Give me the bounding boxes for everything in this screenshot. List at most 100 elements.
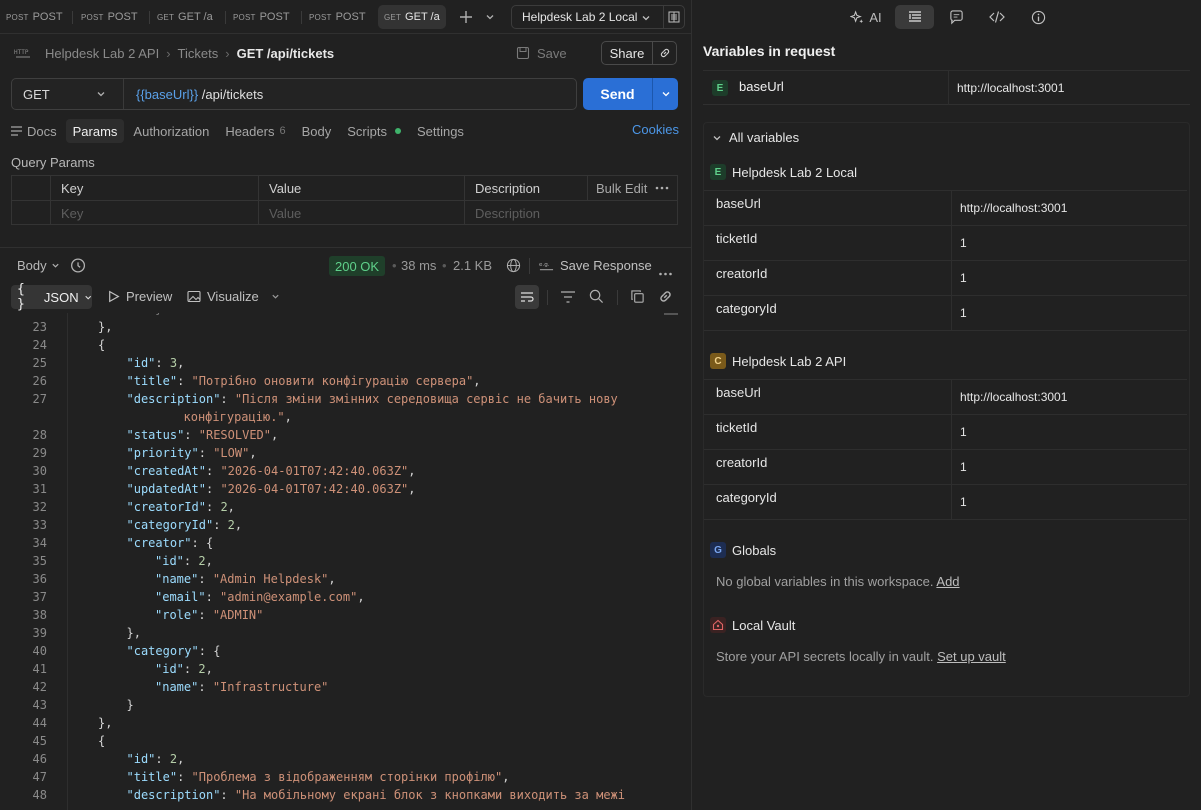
variable-value[interactable]: http://localhost:3001	[960, 384, 1067, 419]
tab-docs[interactable]: Docs	[11, 119, 57, 143]
wrap-lines-icon[interactable]	[515, 285, 539, 309]
vault-section-title[interactable]: Local Vault	[710, 617, 795, 633]
variable-row[interactable]: categoryId 1	[704, 296, 1187, 331]
share-button[interactable]: Share	[601, 41, 677, 65]
more-options-icon[interactable]	[658, 264, 673, 279]
history-icon[interactable]	[69, 257, 86, 274]
line-number: 32	[32, 500, 47, 514]
variable-value[interactable]: 1	[960, 419, 967, 454]
visualize-button[interactable]: Visualize	[187, 289, 280, 304]
send-options-chevron-down-icon[interactable]	[652, 78, 678, 110]
tab-list-chevron-down-icon[interactable]	[481, 6, 499, 28]
breadcrumb-collection[interactable]: Helpdesk Lab 2 API	[45, 46, 159, 61]
scrollbar[interactable]	[664, 313, 678, 315]
variable-row[interactable]: creatorId 1	[704, 261, 1187, 296]
variable-row[interactable]: baseUrl http://localhost:3001	[704, 380, 1187, 415]
param-key-input[interactable]: Key	[53, 201, 258, 225]
param-description-input[interactable]: Description	[467, 201, 672, 225]
variable-row[interactable]: categoryId 1	[704, 485, 1187, 520]
environment-quick-look-icon[interactable]	[668, 11, 680, 23]
url-variable: {{baseUrl}}	[136, 86, 199, 102]
format-select[interactable]: { } JSON	[11, 282, 92, 312]
collection-badge: C	[710, 353, 726, 369]
send-button[interactable]: Send	[583, 78, 678, 110]
code-icon[interactable]	[986, 5, 1008, 29]
add-global-link[interactable]: Add	[936, 574, 959, 589]
more-options-icon[interactable]	[655, 176, 669, 200]
save-button[interactable]: Save	[516, 42, 567, 64]
ai-button[interactable]: AI	[846, 5, 886, 29]
line-number: 40	[32, 644, 47, 658]
setup-vault-link[interactable]: Set up vault	[937, 649, 1006, 664]
filter-icon[interactable]	[560, 290, 576, 304]
variable-value[interactable]: 1	[960, 230, 967, 265]
code-line: 34 "creator": {	[0, 534, 214, 552]
line-number: 31	[32, 482, 47, 496]
copy-icon[interactable]	[630, 289, 645, 304]
collection-section-title[interactable]: C Helpdesk Lab 2 API	[710, 353, 846, 369]
link-icon[interactable]	[658, 289, 673, 304]
request-tab-5[interactable]: POST POST	[305, 5, 375, 29]
comments-icon[interactable]	[945, 5, 967, 29]
tab-headers[interactable]: Headers 6	[225, 119, 285, 143]
bulk-edit-button[interactable]: Bulk Edit	[588, 176, 647, 200]
environment-select[interactable]: Helpdesk Lab 2 Local	[511, 5, 685, 29]
search-icon[interactable]	[589, 289, 604, 304]
response-time[interactable]: 38 ms	[401, 258, 436, 273]
code-text: },	[126, 626, 141, 640]
url-input[interactable]: {{baseUrl}} /api/tickets	[124, 87, 263, 102]
request-name[interactable]: GET /api/tickets	[237, 46, 335, 61]
save-response-button[interactable]: e.g. Save Response	[539, 258, 652, 273]
variables-icon[interactable]	[895, 5, 934, 29]
request-tab-active[interactable]: GET GET /a	[378, 5, 446, 29]
variable-value[interactable]: 1	[960, 489, 967, 524]
variable-row[interactable]: ticketId 1	[704, 415, 1187, 450]
variable-value[interactable]: 1	[960, 265, 967, 300]
tab-scripts[interactable]: Scripts	[347, 119, 401, 143]
request-tab-3[interactable]: GET GET /a	[153, 5, 225, 29]
variable-row[interactable]: baseUrl http://localhost:3001	[704, 191, 1187, 226]
variable-value[interactable]: http://localhost:3001	[960, 195, 1067, 230]
info-icon[interactable]	[1027, 5, 1049, 29]
method-label: POST	[309, 12, 332, 22]
tab-settings[interactable]: Settings	[417, 119, 464, 143]
status-badge[interactable]: 200 OK	[329, 256, 386, 276]
docs-icon	[11, 126, 22, 136]
response-size[interactable]: 2.1 KB	[453, 258, 492, 273]
variable-row[interactable]: creatorId 1	[704, 450, 1187, 485]
request-tabs: Docs Params Authorization Headers 6 Body…	[11, 119, 480, 143]
variable-value[interactable]: 1	[960, 454, 967, 489]
send-label: Send	[600, 86, 635, 102]
preview-button[interactable]: Preview	[107, 289, 172, 304]
tab-authorization[interactable]: Authorization	[133, 119, 209, 143]
variable-value[interactable]: http://localhost:3001	[957, 81, 1064, 95]
svg-text:e.g.: e.g.	[539, 262, 550, 268]
all-variables-toggle[interactable]: All variables	[712, 130, 799, 145]
request-tab-2[interactable]: POST POST	[77, 5, 147, 29]
link-icon[interactable]	[659, 47, 671, 59]
breadcrumb-folder[interactable]: Tickets	[178, 46, 219, 61]
tab-bar: POST POST POST POST GET GET /a POST POST…	[0, 0, 691, 34]
cookies-link[interactable]: Cookies	[632, 122, 679, 137]
line-number: 27	[32, 392, 47, 406]
environment-section-title[interactable]: E Helpdesk Lab 2 Local	[710, 164, 857, 180]
new-tab-icon[interactable]	[455, 6, 477, 28]
method-select[interactable]: GET	[12, 79, 124, 109]
tab-params[interactable]: Params	[65, 119, 125, 143]
variable-value[interactable]: 1	[960, 300, 967, 335]
request-tab-1[interactable]: POST POST	[2, 5, 70, 29]
variable-row[interactable]: ticketId 1	[704, 226, 1187, 261]
line-number: 35	[32, 554, 47, 568]
request-variable-row[interactable]: E baseUrl http://localhost:3001	[703, 70, 1190, 105]
tab-body[interactable]: Body	[302, 119, 332, 143]
param-value-input[interactable]: Value	[261, 201, 464, 225]
response-body-select[interactable]: Body	[17, 258, 60, 273]
response-body-code[interactable]: } 23}, 24 {25 "id": 3, 26 "title": "Потрібно …	[0, 313, 680, 810]
tab-label: Body	[301, 123, 332, 139]
breadcrumb-separator-icon: ›	[225, 45, 230, 61]
globals-section-title[interactable]: G Globals	[710, 542, 776, 558]
globe-icon[interactable]	[506, 258, 521, 273]
request-tab-4[interactable]: POST POST	[229, 5, 299, 29]
vault-icon	[710, 617, 726, 633]
vault-name: Local Vault	[732, 617, 796, 633]
